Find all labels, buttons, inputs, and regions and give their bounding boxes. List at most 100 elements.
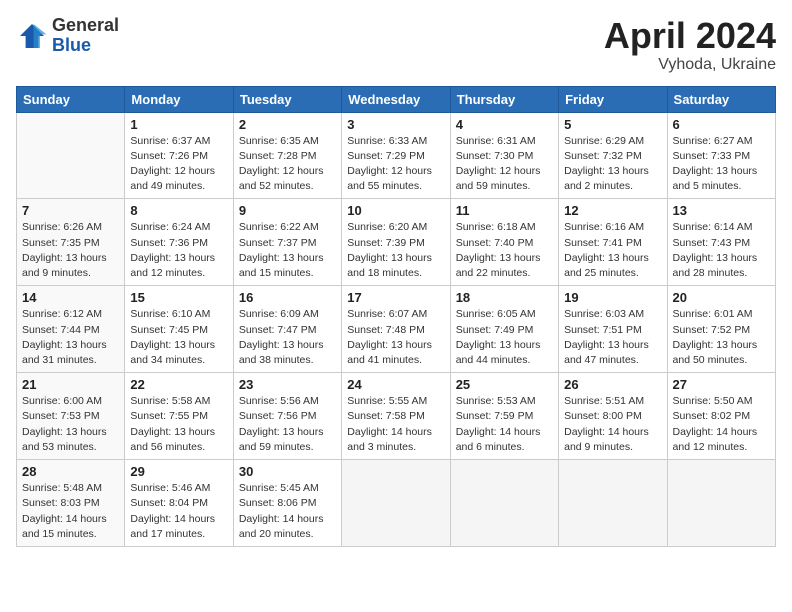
calendar-cell: 9 Sunrise: 6:22 AMSunset: 7:37 PMDaylight… [233, 199, 341, 286]
col-thursday: Thursday [450, 86, 558, 112]
day-info: Sunrise: 6:20 AMSunset: 7:39 PMDaylight:… [347, 220, 444, 281]
day-number: 18 [456, 290, 553, 305]
day-number: 4 [456, 117, 553, 132]
day-info: Sunrise: 5:50 AMSunset: 8:02 PMDaylight:… [673, 394, 770, 455]
calendar-cell: 6 Sunrise: 6:27 AMSunset: 7:33 PMDaylight… [667, 112, 775, 199]
calendar-cell: 17Sunrise: 6:07 AMSunset: 7:48 PMDayligh… [342, 286, 450, 373]
day-info: Sunrise: 5:53 AMSunset: 7:59 PMDaylight:… [456, 394, 553, 455]
day-number: 19 [564, 290, 661, 305]
calendar-cell: 20 Sunrise: 6:01 AMSunset: 7:52 PMDayligh… [667, 286, 775, 373]
col-sunday: Sunday [17, 86, 125, 112]
day-number: 26 [564, 377, 661, 392]
calendar-cell: 29Sunrise: 5:46 AMSunset: 8:04 PMDayligh… [125, 460, 233, 547]
day-number: 11 [456, 203, 553, 218]
day-number: 5 [564, 117, 661, 132]
day-number: 30 [239, 464, 336, 479]
calendar-cell: 4 Sunrise: 6:31 AMSunset: 7:30 PMDaylight… [450, 112, 558, 199]
day-number: 12 [564, 203, 661, 218]
day-number: 13 [673, 203, 770, 218]
day-info: Sunrise: 6:35 AMSunset: 7:28 PMDaylight:… [239, 134, 336, 195]
calendar-cell: 5 Sunrise: 6:29 AMSunset: 7:32 PMDaylight… [559, 112, 667, 199]
calendar-cell [667, 460, 775, 547]
calendar-cell [559, 460, 667, 547]
day-number: 9 [239, 203, 336, 218]
day-number: 1 [130, 117, 227, 132]
day-info: Sunrise: 5:56 AMSunset: 7:56 PMDaylight:… [239, 394, 336, 455]
day-number: 20 [673, 290, 770, 305]
calendar-cell: 15 Sunrise: 6:10 AMSunset: 7:45 PMDayligh… [125, 286, 233, 373]
logo-text: General Blue [52, 16, 119, 56]
day-info: Sunrise: 6:14 AMSunset: 7:43 PMDaylight:… [673, 220, 770, 281]
week-row-5: 28Sunrise: 5:48 AMSunset: 8:03 PMDayligh… [17, 460, 776, 547]
day-info: Sunrise: 6:10 AMSunset: 7:45 PMDaylight:… [130, 307, 227, 368]
day-info: Sunrise: 6:22 AMSunset: 7:37 PMDaylight:… [239, 220, 336, 281]
week-row-3: 14 Sunrise: 6:12 AMSunset: 7:44 PMDayligh… [17, 286, 776, 373]
calendar-cell: 27 Sunrise: 5:50 AMSunset: 8:02 PMDayligh… [667, 373, 775, 460]
day-info: Sunrise: 5:51 AMSunset: 8:00 PMDaylight:… [564, 394, 661, 455]
location: Vyhoda, Ukraine [604, 56, 776, 74]
calendar-cell: 12 Sunrise: 6:16 AMSunset: 7:41 PMDayligh… [559, 199, 667, 286]
calendar-cell [17, 112, 125, 199]
calendar-cell [342, 460, 450, 547]
day-info: Sunrise: 6:29 AMSunset: 7:32 PMDaylight:… [564, 134, 661, 195]
calendar-header-row: Sunday Monday Tuesday Wednesday Thursday… [17, 86, 776, 112]
day-number: 6 [673, 117, 770, 132]
calendar-cell: 3Sunrise: 6:33 AMSunset: 7:29 PMDaylight… [342, 112, 450, 199]
day-number: 15 [130, 290, 227, 305]
day-number: 23 [239, 377, 336, 392]
week-row-2: 7 Sunrise: 6:26 AMSunset: 7:35 PMDaylight… [17, 199, 776, 286]
day-number: 21 [22, 377, 119, 392]
day-info: Sunrise: 6:33 AMSunset: 7:29 PMDaylight:… [347, 134, 444, 195]
logo: General Blue [16, 16, 119, 56]
day-number: 28 [22, 464, 119, 479]
calendar-cell: 19 Sunrise: 6:03 AMSunset: 7:51 PMDayligh… [559, 286, 667, 373]
calendar-cell: 1 Sunrise: 6:37 AMSunset: 7:26 PMDaylight… [125, 112, 233, 199]
logo-blue: Blue [52, 36, 119, 56]
calendar-cell: 10 Sunrise: 6:20 AMSunset: 7:39 PMDayligh… [342, 199, 450, 286]
day-number: 14 [22, 290, 119, 305]
day-number: 29 [130, 464, 227, 479]
calendar-cell: 28Sunrise: 5:48 AMSunset: 8:03 PMDayligh… [17, 460, 125, 547]
calendar-cell: 25 Sunrise: 5:53 AMSunset: 7:59 PMDayligh… [450, 373, 558, 460]
day-info: Sunrise: 5:55 AMSunset: 7:58 PMDaylight:… [347, 394, 444, 455]
day-info: Sunrise: 6:12 AMSunset: 7:44 PMDaylight:… [22, 307, 119, 368]
week-row-1: 1 Sunrise: 6:37 AMSunset: 7:26 PMDaylight… [17, 112, 776, 199]
day-info: Sunrise: 6:16 AMSunset: 7:41 PMDaylight:… [564, 220, 661, 281]
day-info: Sunrise: 6:03 AMSunset: 7:51 PMDaylight:… [564, 307, 661, 368]
title-block: April 2024 Vyhoda, Ukraine [604, 16, 776, 74]
day-number: 22 [130, 377, 227, 392]
day-info: Sunrise: 6:26 AMSunset: 7:35 PMDaylight:… [22, 220, 119, 281]
col-wednesday: Wednesday [342, 86, 450, 112]
calendar-cell: 2 Sunrise: 6:35 AMSunset: 7:28 PMDaylight… [233, 112, 341, 199]
calendar-cell: 26 Sunrise: 5:51 AMSunset: 8:00 PMDayligh… [559, 373, 667, 460]
col-tuesday: Tuesday [233, 86, 341, 112]
logo-general: General [52, 16, 119, 36]
day-number: 10 [347, 203, 444, 218]
col-saturday: Saturday [667, 86, 775, 112]
day-info: Sunrise: 6:31 AMSunset: 7:30 PMDaylight:… [456, 134, 553, 195]
week-row-4: 21Sunrise: 6:00 AMSunset: 7:53 PMDayligh… [17, 373, 776, 460]
calendar-cell [450, 460, 558, 547]
col-friday: Friday [559, 86, 667, 112]
calendar-cell: 8Sunrise: 6:24 AMSunset: 7:36 PMDaylight… [125, 199, 233, 286]
calendar-cell: 24 Sunrise: 5:55 AMSunset: 7:58 PMDayligh… [342, 373, 450, 460]
col-monday: Monday [125, 86, 233, 112]
calendar-cell: 16Sunrise: 6:09 AMSunset: 7:47 PMDayligh… [233, 286, 341, 373]
day-number: 25 [456, 377, 553, 392]
page-header: General Blue April 2024 Vyhoda, Ukraine [16, 16, 776, 74]
day-number: 16 [239, 290, 336, 305]
day-info: Sunrise: 6:37 AMSunset: 7:26 PMDaylight:… [130, 134, 227, 195]
calendar-cell: 22Sunrise: 5:58 AMSunset: 7:55 PMDayligh… [125, 373, 233, 460]
day-number: 27 [673, 377, 770, 392]
day-number: 2 [239, 117, 336, 132]
calendar-cell: 30Sunrise: 5:45 AMSunset: 8:06 PMDayligh… [233, 460, 341, 547]
day-info: Sunrise: 6:27 AMSunset: 7:33 PMDaylight:… [673, 134, 770, 195]
calendar: Sunday Monday Tuesday Wednesday Thursday… [16, 86, 776, 547]
calendar-cell: 13 Sunrise: 6:14 AMSunset: 7:43 PMDayligh… [667, 199, 775, 286]
day-number: 8 [130, 203, 227, 218]
logo-icon [16, 20, 48, 52]
day-info: Sunrise: 6:01 AMSunset: 7:52 PMDaylight:… [673, 307, 770, 368]
day-number: 24 [347, 377, 444, 392]
day-number: 7 [22, 203, 119, 218]
calendar-cell: 14 Sunrise: 6:12 AMSunset: 7:44 PMDayligh… [17, 286, 125, 373]
